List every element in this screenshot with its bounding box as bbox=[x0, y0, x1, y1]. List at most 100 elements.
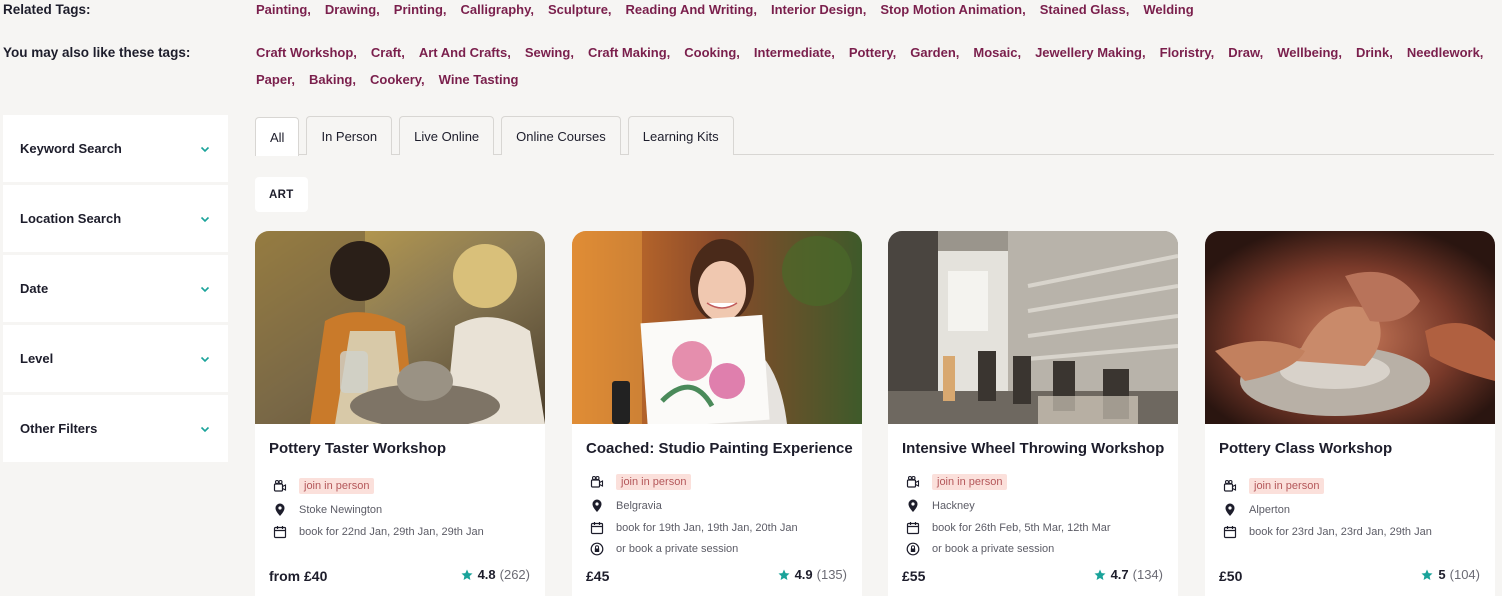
tag-link[interactable]: Garden, bbox=[910, 45, 959, 60]
suggested-tags-list: Craft Workshop, Craft, Art And Crafts, S… bbox=[256, 45, 1498, 87]
card-meta: join in person Belgravia book for 19th J… bbox=[590, 471, 852, 560]
location-row: Hackney bbox=[906, 496, 1168, 518]
card-title: Pottery Class Workshop bbox=[1219, 440, 1393, 457]
location-text: Stoke Newington bbox=[299, 504, 383, 517]
tag-link[interactable]: Drawing, bbox=[325, 2, 380, 17]
tag-link[interactable]: Wellbeing, bbox=[1277, 45, 1342, 60]
card-title: Intensive Wheel Throwing Workshop bbox=[902, 440, 1165, 457]
filter-label: Other Filters bbox=[20, 421, 98, 436]
dates-text: book for 23rd Jan, 23rd Jan, 29th Jan bbox=[1249, 525, 1432, 538]
tag-link[interactable]: Intermediate, bbox=[754, 45, 835, 60]
format-badge: join in person bbox=[1249, 477, 1325, 494]
calendar-icon bbox=[1223, 525, 1237, 538]
chevron-down-icon bbox=[200, 426, 210, 432]
tag-link[interactable]: Pottery, bbox=[849, 45, 896, 60]
tag-link[interactable]: Baking, bbox=[309, 72, 356, 87]
review-count: (135) bbox=[816, 567, 847, 582]
filter-label: Keyword Search bbox=[20, 141, 122, 156]
filter-label: Level bbox=[20, 351, 54, 366]
format-row: join in person bbox=[590, 471, 852, 493]
category-chip-art[interactable]: ART bbox=[255, 177, 308, 212]
tag-link[interactable]: Calligraphy, bbox=[461, 2, 534, 17]
star-icon bbox=[461, 569, 473, 580]
location-text: Hackney bbox=[932, 500, 975, 513]
tag-link[interactable]: Sculpture, bbox=[548, 2, 612, 17]
class-card[interactable]: Intensive Wheel Throwing Workshop join i… bbox=[888, 231, 1178, 596]
hands-clay-photo bbox=[1205, 231, 1495, 424]
class-card[interactable]: Coached: Studio Painting Experience join… bbox=[572, 231, 862, 596]
tag-link[interactable]: Craft Making, bbox=[588, 45, 670, 60]
tag-link[interactable]: Sewing, bbox=[525, 45, 574, 60]
tag-link[interactable]: Interior Design, bbox=[771, 2, 866, 17]
tag-link[interactable]: Stop Motion Animation, bbox=[880, 2, 1025, 17]
tab-online-courses[interactable]: Online Courses bbox=[501, 116, 621, 155]
price: from £40 bbox=[269, 568, 328, 584]
star-icon bbox=[778, 569, 790, 580]
tag-link[interactable]: Drink, bbox=[1356, 45, 1393, 60]
rating: 4.9 (135) bbox=[778, 567, 847, 582]
calendar-icon bbox=[273, 525, 287, 538]
rating: 4.7 (134) bbox=[1094, 567, 1163, 582]
location-text: Belgravia bbox=[616, 500, 662, 513]
lock-icon bbox=[906, 542, 920, 556]
tag-link[interactable]: Stained Glass, bbox=[1040, 2, 1130, 17]
card-meta: join in person Hackney book for 26th Feb… bbox=[906, 471, 1168, 560]
tag-link[interactable]: Cooking, bbox=[684, 45, 740, 60]
tag-link[interactable]: Draw, bbox=[1228, 45, 1263, 60]
class-card[interactable]: Pottery Taster Workshop join in person S… bbox=[255, 231, 545, 596]
location-text: Alperton bbox=[1249, 504, 1290, 517]
tag-link[interactable]: Wine Tasting bbox=[439, 72, 519, 87]
price: £45 bbox=[586, 568, 610, 584]
filter-date[interactable]: Date bbox=[3, 255, 228, 322]
star-icon bbox=[1094, 569, 1106, 580]
filter-keyword-search[interactable]: Keyword Search bbox=[3, 115, 228, 182]
format-badge: join in person bbox=[299, 477, 375, 494]
private-session-text: or book a private session bbox=[616, 543, 739, 556]
review-count: (262) bbox=[499, 567, 530, 582]
calendar-icon bbox=[906, 521, 920, 534]
format-tabs: All In Person Live Online Online Courses… bbox=[255, 116, 1494, 156]
calendar-icon bbox=[590, 521, 604, 534]
tag-link[interactable]: Reading And Writing, bbox=[626, 2, 757, 17]
tab-all[interactable]: All bbox=[255, 117, 300, 156]
tag-link[interactable]: Welding bbox=[1143, 2, 1193, 17]
dates-row: book for 22nd Jan, 29th Jan, 29th Jan bbox=[273, 521, 535, 543]
tab-in-person[interactable]: In Person bbox=[306, 116, 393, 155]
tag-link[interactable]: Craft Workshop, bbox=[256, 45, 357, 60]
dates-row: book for 26th Feb, 5th Mar, 12th Mar bbox=[906, 517, 1168, 539]
rating-value: 4.9 bbox=[794, 567, 813, 582]
tab-live-online[interactable]: Live Online bbox=[399, 116, 495, 155]
chevron-down-icon bbox=[200, 216, 210, 222]
tag-link[interactable]: Needlework, bbox=[1407, 45, 1484, 60]
tag-link[interactable]: Craft, bbox=[371, 45, 405, 60]
filter-label: Location Search bbox=[20, 211, 122, 226]
pottery-couple-photo bbox=[255, 231, 545, 424]
pottery-studio-photo bbox=[888, 231, 1178, 424]
tag-link[interactable]: Floristry, bbox=[1160, 45, 1215, 60]
tag-link[interactable]: Paper, bbox=[256, 72, 295, 87]
related-tags-list: Painting, Drawing, Printing, Calligraphy… bbox=[256, 2, 1502, 17]
format-row: join in person bbox=[906, 471, 1168, 493]
private-session-row: or book a private session bbox=[590, 539, 852, 561]
tag-link[interactable]: Mosaic, bbox=[973, 45, 1021, 60]
filter-other[interactable]: Other Filters bbox=[3, 395, 228, 462]
filter-level[interactable]: Level bbox=[3, 325, 228, 392]
chevron-down-icon bbox=[200, 356, 210, 362]
format-row: join in person bbox=[273, 475, 535, 497]
tab-learning-kits[interactable]: Learning Kits bbox=[627, 116, 734, 155]
tag-link[interactable]: Printing, bbox=[394, 2, 447, 17]
price: £55 bbox=[902, 568, 926, 584]
person-video-icon bbox=[590, 475, 604, 488]
dates-row: book for 23rd Jan, 23rd Jan, 29th Jan bbox=[1223, 521, 1485, 543]
price: £50 bbox=[1219, 568, 1243, 584]
class-card[interactable]: Pottery Class Workshop join in person Al… bbox=[1205, 231, 1495, 596]
location-pin-icon bbox=[1225, 503, 1235, 517]
tag-link[interactable]: Art And Crafts, bbox=[419, 45, 511, 60]
card-meta: join in person Stoke Newington book for … bbox=[273, 475, 535, 543]
tag-link[interactable]: Painting, bbox=[256, 2, 311, 17]
dates-text: book for 22nd Jan, 29th Jan, 29th Jan bbox=[299, 525, 484, 538]
filter-location-search[interactable]: Location Search bbox=[3, 185, 228, 252]
tag-link[interactable]: Jewellery Making, bbox=[1035, 45, 1146, 60]
tag-link[interactable]: Cookery, bbox=[370, 72, 425, 87]
location-pin-icon bbox=[592, 499, 602, 513]
